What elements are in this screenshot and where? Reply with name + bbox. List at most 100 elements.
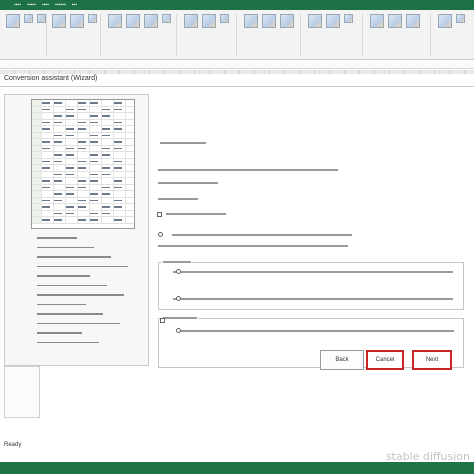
table-cell: [102, 204, 114, 210]
option-radio[interactable]: [158, 232, 163, 237]
table-cell: [78, 106, 90, 112]
ribbon-tab[interactable]: ▪▪▪: [72, 1, 77, 9]
ribbon-tab[interactable]: ▪▪▪▪: [14, 1, 21, 9]
find-icon[interactable]: [262, 14, 276, 28]
settings-icon[interactable]: [406, 14, 420, 28]
sum-icon[interactable]: [244, 14, 258, 28]
table-cell: [114, 126, 126, 132]
option-radio[interactable]: [176, 269, 181, 274]
copy-icon[interactable]: [37, 14, 46, 23]
sheet-navigator[interactable]: [4, 366, 40, 418]
table-cell: [78, 217, 90, 223]
formula-bar[interactable]: [0, 61, 474, 69]
ribbon-group: [244, 14, 294, 58]
list-item: [37, 246, 94, 248]
table-cell: [42, 171, 54, 177]
table-cell: [32, 158, 42, 164]
hint-line: [158, 182, 218, 184]
table-cell: [78, 113, 90, 119]
table-cell: [102, 197, 114, 203]
filter-icon[interactable]: [144, 14, 158, 28]
table-cell: [42, 139, 54, 145]
table-cell: [54, 100, 66, 106]
option-radio[interactable]: [176, 328, 181, 333]
option-radio[interactable]: [176, 296, 181, 301]
table-cell: [102, 119, 114, 125]
hint-line: [160, 142, 206, 144]
table-cell: [90, 165, 102, 171]
next-button[interactable]: Next: [412, 350, 452, 370]
table-cell: [90, 139, 102, 145]
sheet-rows: [32, 100, 134, 224]
view-icon[interactable]: [326, 14, 340, 28]
table-cell: [90, 113, 102, 119]
table-cell: [78, 210, 90, 216]
sheet-preview[interactable]: [31, 99, 135, 229]
table-cell: [66, 126, 78, 132]
review-icon[interactable]: [370, 14, 384, 28]
ribbon-tab[interactable]: ▪▪▪▪▪▪: [55, 1, 66, 9]
table-cell: [32, 217, 42, 223]
paste-icon[interactable]: [6, 14, 20, 28]
table-cell: [78, 171, 90, 177]
table-cell: [66, 197, 78, 203]
table-cell: [32, 210, 42, 216]
table-cell: [102, 178, 114, 184]
table-cell: [102, 171, 114, 177]
table-cell: [42, 126, 54, 132]
ribbon-group: [6, 14, 46, 58]
table-cell: [66, 217, 78, 223]
table-cell: [102, 113, 114, 119]
chart-icon[interactable]: [70, 14, 84, 28]
hint-line: [158, 198, 198, 200]
table-cell: [102, 217, 114, 223]
ribbon-tab[interactable]: ▪▪▪▪: [42, 1, 49, 9]
option-checkbox[interactable]: [157, 212, 162, 217]
table-cell: [42, 197, 54, 203]
table-cell: [78, 145, 90, 151]
ribbon-tab[interactable]: ▪▪▪▪▪: [27, 1, 36, 9]
protect-icon[interactable]: [388, 14, 402, 28]
table-cell: [114, 217, 126, 223]
ribbon-group: [438, 14, 465, 58]
table-cell: [32, 165, 42, 171]
table-cell: [90, 126, 102, 132]
zoom-icon[interactable]: [344, 14, 353, 23]
table-cell: [42, 184, 54, 190]
table-cell: [78, 152, 90, 158]
more-icon[interactable]: [456, 14, 465, 23]
table-cell: [114, 171, 126, 177]
share-icon[interactable]: [308, 14, 322, 28]
table-cell: [102, 100, 114, 106]
sort-icon[interactable]: [162, 14, 171, 23]
list-item: [37, 313, 103, 315]
format-icon[interactable]: [88, 14, 97, 23]
hint-line: [179, 330, 454, 332]
macro-icon[interactable]: [280, 14, 294, 28]
delete-icon[interactable]: [202, 14, 216, 28]
help-icon[interactable]: [438, 14, 452, 28]
cancel-button[interactable]: Cancel: [366, 350, 404, 370]
pivot-icon[interactable]: [126, 14, 140, 28]
cut-icon[interactable]: [24, 14, 33, 23]
table-cell: [90, 171, 102, 177]
title-bar: ▪▪▪▪ ▪▪▪▪▪ ▪▪▪▪ ▪▪▪▪▪▪ ▪▪▪: [0, 0, 474, 10]
back-button[interactable]: Back: [320, 350, 364, 370]
table-cell: [78, 139, 90, 145]
table-cell: [102, 126, 114, 132]
status-text: Ready: [4, 442, 22, 448]
cells-icon[interactable]: [220, 14, 229, 23]
insert-icon[interactable]: [184, 14, 198, 28]
table-cell: [114, 165, 126, 171]
table-cell: [102, 165, 114, 171]
table-cell: [114, 204, 126, 210]
option-checkbox[interactable]: [160, 318, 165, 323]
table-cell: [114, 139, 126, 145]
dialog-title: Conversion assistant (Wizard): [4, 75, 98, 82]
list-item: [37, 294, 124, 296]
spreadsheet-icon[interactable]: [52, 14, 66, 28]
table-cell: [66, 184, 78, 190]
table-icon[interactable]: [108, 14, 122, 28]
table-cell: [54, 178, 66, 184]
sheet-list: [37, 237, 137, 351]
